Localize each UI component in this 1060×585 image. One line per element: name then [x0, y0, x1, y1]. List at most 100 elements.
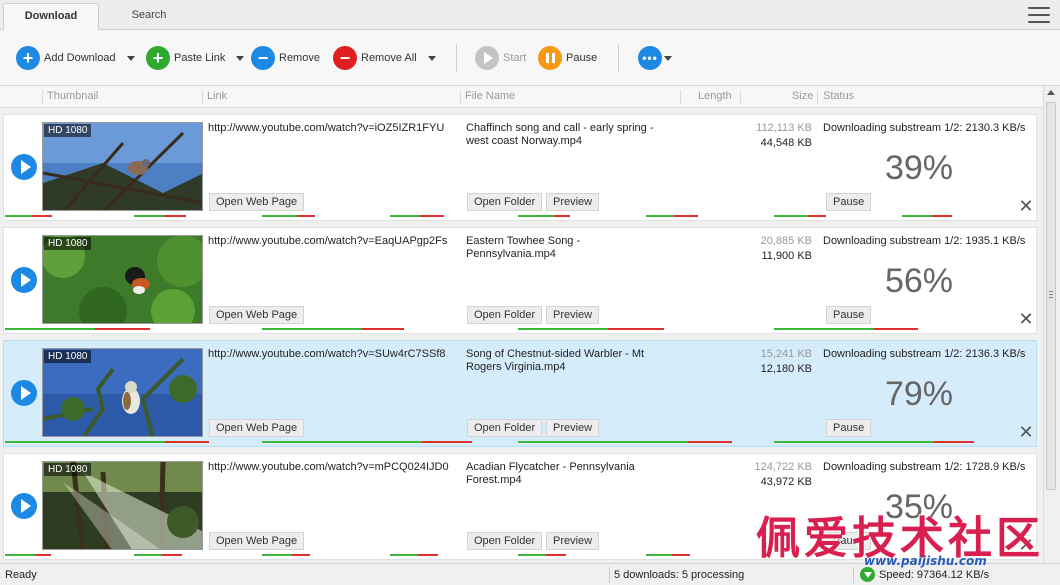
remove-all-button[interactable]: − Remove All [333, 45, 417, 71]
open-folder-button[interactable]: Open Folder [467, 193, 543, 211]
progress-segment [546, 554, 566, 556]
status-text: Downloading substream 1/2: 1935.1 KB/s [823, 235, 1026, 247]
progress-segment [608, 328, 664, 330]
percent-complete: 79% [884, 375, 954, 413]
paste-link-label: Paste Link [174, 52, 226, 64]
download-row[interactable]: HD 1080 http://www.youtube.com/watch?v=m… [3, 453, 1037, 560]
downloaded-size: 44,548 KB [760, 137, 812, 149]
pause-label: Pause [566, 52, 598, 64]
paste-link-button[interactable]: + Paste Link [146, 45, 225, 71]
more-options-button[interactable]: ••• [638, 45, 666, 71]
progress-segment [774, 328, 874, 330]
open-web-page-button[interactable]: Open Web Page [209, 532, 305, 550]
open-folder-button[interactable]: Open Folder [467, 419, 543, 437]
progress-segment [362, 328, 404, 330]
column-length[interactable]: Length [698, 90, 732, 102]
progress-segment [297, 215, 315, 217]
progress-segment [32, 215, 52, 217]
pause-button[interactable]: Pause [538, 45, 597, 71]
column-thumbnail[interactable]: Thumbnail [47, 90, 98, 102]
preview-button[interactable]: Preview [546, 306, 600, 324]
start-button[interactable]: Start [475, 45, 526, 71]
play-icon[interactable] [11, 493, 37, 519]
hamburger-menu-icon[interactable] [1028, 7, 1050, 23]
remove-button[interactable]: − Remove [251, 45, 320, 71]
scroll-thumb[interactable] [1046, 102, 1056, 490]
hd-badge: HD 1080 [44, 237, 92, 250]
add-download-button[interactable]: + Add Download [16, 45, 116, 71]
add-download-label: Add Download [44, 52, 116, 64]
progress-segment [934, 441, 974, 443]
download-row[interactable]: HD 1080 http://www.youtube.com/watch?v=E… [3, 227, 1037, 334]
vertical-scrollbar[interactable] [1043, 86, 1057, 563]
tab-download[interactable]: Download [3, 3, 99, 30]
pause-row-button[interactable]: Pause [826, 306, 872, 324]
pause-row-button[interactable]: Pause [826, 419, 872, 437]
preview-button[interactable]: Preview [546, 193, 600, 211]
download-row[interactable]: HD 1080 http://www.youtube.com/watch?v=S… [3, 340, 1037, 447]
more-options-dropdown-icon[interactable] [664, 56, 672, 61]
column-status[interactable]: Status [823, 90, 854, 102]
progress-segment [554, 215, 570, 217]
plus-icon: + [16, 46, 40, 70]
progress-segment [902, 215, 932, 217]
pause-row-button[interactable]: Pause [826, 193, 872, 211]
downloaded-size: 12,180 KB [760, 363, 812, 375]
file-name: Song of Chestnut-sided Warbler - Mt Roge… [466, 348, 645, 373]
play-icon[interactable] [11, 154, 37, 180]
play-icon[interactable] [11, 380, 37, 406]
toolbar: + Add Download + Paste Link − Remove − R… [0, 30, 1060, 86]
downloaded-size: 43,972 KB [760, 476, 812, 488]
hd-badge: HD 1080 [44, 463, 92, 476]
file-name: Chaffinch song and call - early spring -… [466, 122, 654, 147]
start-label: Start [503, 52, 527, 64]
hd-badge: HD 1080 [44, 124, 92, 137]
preview-button[interactable]: Preview [546, 532, 600, 550]
pause-row-button[interactable]: Pause [826, 532, 872, 550]
play-icon[interactable] [11, 267, 37, 293]
open-web-page-button[interactable]: Open Web Page [209, 419, 305, 437]
close-icon[interactable]: ✕ [1018, 197, 1034, 215]
progress-segment [422, 441, 472, 443]
progress-segment [5, 328, 95, 330]
progress-segment [518, 328, 608, 330]
progress-segment [134, 554, 162, 556]
status-text: Downloading substream 1/2: 2136.3 KB/s [823, 348, 1026, 360]
open-folder-button[interactable]: Open Folder [467, 532, 543, 550]
percent-complete: 35% [884, 488, 954, 526]
download-list: HD 1080 http://www.youtube.com/watch?v=i… [0, 108, 1043, 563]
progress-segment [420, 215, 444, 217]
downloads-count: 5 downloads: 5 processing [614, 569, 745, 581]
total-size: 124,722 KB [754, 461, 813, 473]
open-folder-button[interactable]: Open Folder [467, 306, 543, 324]
progress-segment [262, 215, 297, 217]
add-download-dropdown-icon[interactable] [127, 56, 135, 61]
hd-badge: HD 1080 [44, 350, 92, 363]
preview-button[interactable]: Preview [546, 419, 600, 437]
total-size: 112,113 KB [756, 122, 812, 134]
open-web-page-button[interactable]: Open Web Page [209, 193, 305, 211]
progress-segment [134, 215, 164, 217]
progress-segment [165, 441, 209, 443]
open-web-page-button[interactable]: Open Web Page [209, 306, 305, 324]
download-speed-icon [860, 567, 875, 582]
column-size[interactable]: Size [792, 90, 813, 102]
progress-segment [774, 441, 934, 443]
minus-icon: − [333, 46, 357, 70]
tab-search[interactable]: Search [110, 3, 188, 30]
tab-bar: Download Search [0, 0, 1060, 30]
close-icon[interactable]: ✕ [1018, 536, 1034, 554]
download-row[interactable]: HD 1080 http://www.youtube.com/watch?v=i… [3, 114, 1037, 221]
scroll-up-icon[interactable] [1047, 90, 1055, 95]
column-link[interactable]: Link [207, 90, 227, 102]
download-link: http://www.youtube.com/watch?v=iOZ5IZR1F… [208, 122, 445, 134]
remove-all-dropdown-icon[interactable] [428, 56, 436, 61]
paste-link-dropdown-icon[interactable] [236, 56, 244, 61]
progress-segment [164, 215, 186, 217]
progress-segment [390, 554, 418, 556]
close-icon[interactable]: ✕ [1018, 423, 1034, 441]
column-file-name[interactable]: File Name [465, 90, 515, 102]
ready-status: Ready [5, 569, 37, 581]
close-icon[interactable]: ✕ [1018, 310, 1034, 328]
total-size: 20,885 KB [760, 235, 812, 247]
